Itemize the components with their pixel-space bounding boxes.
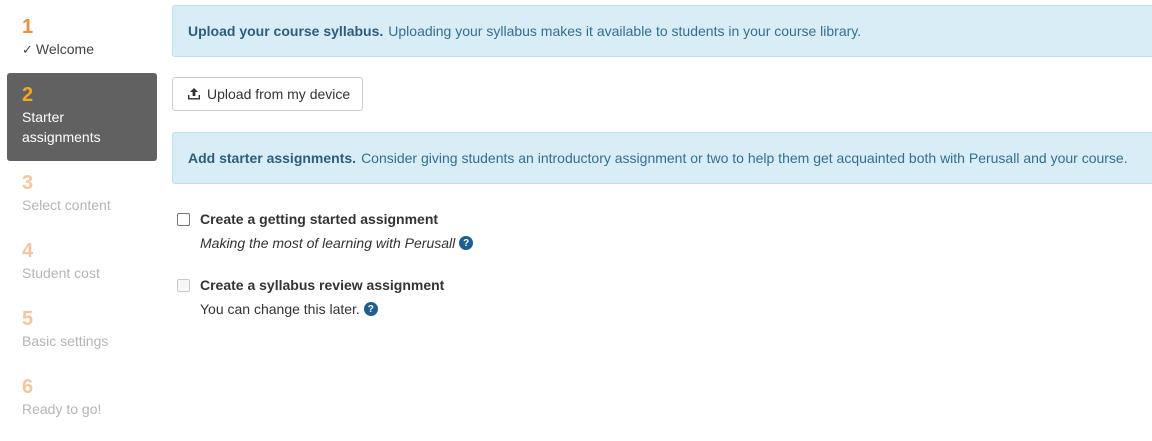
starter-callout-text: Consider giving students an introductory… bbox=[361, 150, 1128, 166]
syllabus-review-description: You can change this later. bbox=[200, 301, 360, 317]
syllabus-review-option: Create a syllabus review assignment You … bbox=[172, 277, 1152, 317]
upload-icon bbox=[188, 88, 200, 100]
step-label: Starter assignments bbox=[22, 109, 101, 145]
step-label: Welcome bbox=[35, 41, 94, 57]
getting-started-checkbox[interactable] bbox=[177, 212, 190, 226]
step-label: Student cost bbox=[22, 265, 100, 281]
step-number: 2 bbox=[22, 84, 34, 106]
step-number: 6 bbox=[22, 376, 34, 398]
step-number: 3 bbox=[22, 172, 34, 194]
wizard-step-ready-to-go[interactable]: 6 Ready to go! bbox=[7, 365, 157, 433]
wizard-step-select-content[interactable]: 3 Select content bbox=[7, 161, 157, 229]
step-number: 1 bbox=[22, 16, 34, 38]
wizard-step-basic-settings[interactable]: 5 Basic settings bbox=[7, 297, 157, 365]
getting-started-option: Create a getting started assignment Maki… bbox=[172, 211, 1152, 251]
upload-from-device-button[interactable]: Upload from my device bbox=[172, 77, 364, 111]
main-content: Upload your course syllabus. Uploading y… bbox=[172, 5, 1152, 317]
help-icon[interactable]: ? bbox=[363, 302, 378, 316]
syllabus-callout-title: Upload your course syllabus. bbox=[188, 23, 384, 39]
help-icon[interactable]: ? bbox=[459, 236, 474, 250]
getting-started-description: Making the most of learning with Perusal… bbox=[200, 235, 456, 251]
wizard-step-starter-assignments[interactable]: 2 Starter assignments bbox=[7, 73, 157, 161]
step-label: Ready to go! bbox=[22, 401, 102, 417]
syllabus-review-checkbox[interactable] bbox=[177, 278, 190, 292]
step-number: 5 bbox=[22, 308, 34, 330]
getting-started-label[interactable]: Create a getting started assignment bbox=[200, 211, 438, 227]
step-label: Select content bbox=[22, 197, 111, 213]
upload-button-label: Upload from my device bbox=[207, 86, 351, 102]
starter-callout-title: Add starter assignments. bbox=[188, 150, 357, 166]
syllabus-info-callout: Upload your course syllabus. Uploading y… bbox=[172, 5, 1152, 57]
checkmark-icon: ✓ bbox=[22, 42, 33, 57]
wizard-step-student-cost[interactable]: 4 Student cost bbox=[7, 229, 157, 297]
step-number: 4 bbox=[22, 240, 34, 262]
syllabus-review-label[interactable]: Create a syllabus review assignment bbox=[200, 277, 444, 293]
wizard-step-welcome[interactable]: 1 ✓ Welcome bbox=[7, 5, 157, 73]
wizard-steps: 1 ✓ Welcome 2 Starter assignments 3 Selec… bbox=[7, 5, 157, 433]
step-label: Basic settings bbox=[22, 333, 109, 349]
starter-assignments-callout: Add starter assignments. Consider giving… bbox=[172, 132, 1152, 184]
syllabus-callout-text: Uploading your syllabus makes it availab… bbox=[388, 23, 862, 39]
